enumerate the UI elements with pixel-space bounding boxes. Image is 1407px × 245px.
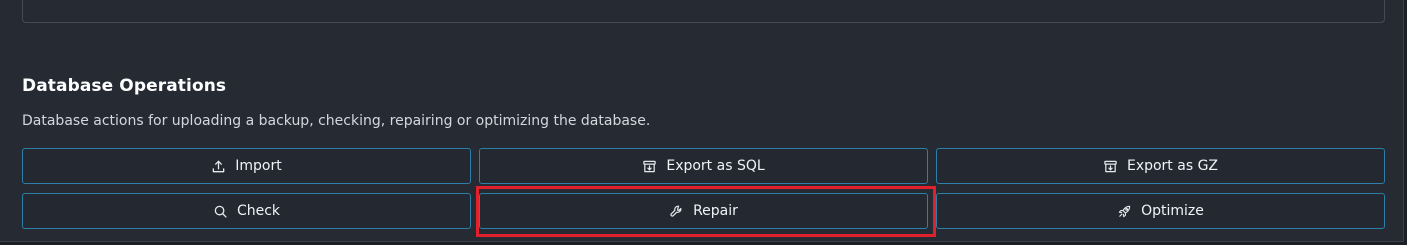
- section-description: Database actions for uploading a backup,…: [22, 113, 651, 129]
- optimize-label: Optimize: [1141, 203, 1204, 219]
- wrench-icon: [669, 204, 684, 219]
- search-icon: [213, 204, 228, 219]
- archive-download-icon: [642, 159, 657, 174]
- export-sql-button[interactable]: Export as SQL: [479, 148, 928, 184]
- import-label: Import: [235, 158, 282, 174]
- previous-section-card: [22, 0, 1385, 23]
- database-operations-panel: Database Operations Database actions for…: [0, 0, 1404, 242]
- archive-download-icon: [1103, 159, 1118, 174]
- repair-button[interactable]: Repair: [479, 193, 928, 229]
- export-gz-button[interactable]: Export as GZ: [936, 148, 1385, 184]
- import-button[interactable]: Import: [22, 148, 471, 184]
- export-sql-label: Export as SQL: [666, 158, 765, 174]
- check-label: Check: [236, 203, 281, 219]
- optimize-button[interactable]: Optimize: [936, 193, 1385, 229]
- check-button[interactable]: Check: [22, 193, 471, 229]
- operations-grid: Import Export as SQL Export as GZ Check …: [22, 148, 1385, 229]
- rocket-icon: [1117, 204, 1132, 219]
- section-title: Database Operations: [22, 76, 227, 96]
- upload-icon: [211, 159, 226, 174]
- export-gz-label: Export as GZ: [1126, 158, 1219, 174]
- repair-label: Repair: [693, 203, 738, 219]
